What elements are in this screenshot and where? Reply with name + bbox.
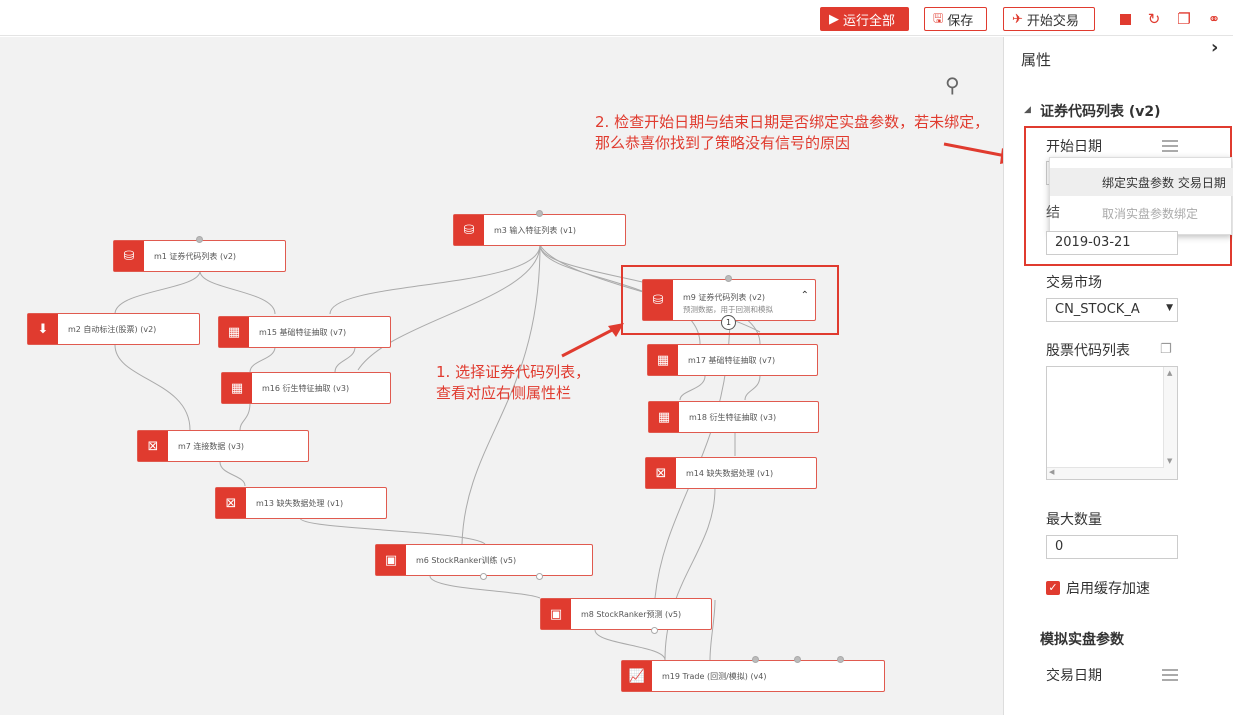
input-port[interactable]: [794, 656, 801, 663]
trade-chart-icon: 📈: [622, 661, 652, 691]
input-port[interactable]: [752, 656, 759, 663]
annotation-step1: 1. 选择证券代码列表， 查看对应右侧属性栏: [436, 363, 591, 402]
play-icon: ▶: [829, 11, 839, 27]
annotation-step2: 2. 检查开始日期与结束日期是否绑定实盘参数，若未绑定， 那么恭喜你找到了策略没…: [595, 113, 990, 152]
max-count-input[interactable]: 0: [1046, 535, 1178, 559]
output-port[interactable]: [651, 627, 658, 634]
node-m19[interactable]: 📈 m19 Trade (回测/模拟) (v4): [621, 656, 885, 692]
end-date-label-partial: 结: [1046, 205, 1060, 221]
refresh-icon[interactable]: ↻: [1146, 10, 1162, 28]
bind-menu-icon[interactable]: [1162, 140, 1178, 152]
search-icon[interactable]: ⚲: [945, 73, 960, 97]
node-m8[interactable]: ▣ m8 StockRanker预测 (v5): [540, 598, 712, 634]
codes-textarea[interactable]: ▲ ▼ ◀: [1046, 366, 1178, 480]
section-caret-icon[interactable]: ◢: [1024, 105, 1031, 115]
input-port[interactable]: [837, 656, 844, 663]
node-m6[interactable]: ▣ m6 StockRanker训练 (v5): [375, 544, 593, 580]
node-m16[interactable]: ▦ m16 衍生特征抽取 (v3): [221, 372, 391, 404]
chevron-right-icon[interactable]: ›: [1211, 37, 1218, 58]
input-port[interactable]: [196, 236, 203, 243]
codes-label: 股票代码列表: [1046, 343, 1130, 359]
database-icon: ⛁: [114, 241, 144, 271]
node-m1[interactable]: ⛁ m1 证券代码列表 (v2): [113, 236, 286, 272]
link-icon[interactable]: ⚭: [1206, 10, 1222, 28]
join-icon: ⊠: [138, 431, 168, 461]
section-title: 证券代码列表 (v2): [1040, 104, 1161, 120]
run-all-button[interactable]: ▶ 运行全部: [820, 7, 909, 31]
node-m15[interactable]: ▦ m15 基础特征抽取 (v7): [218, 316, 391, 348]
train-icon: ▣: [376, 545, 406, 575]
panel-title: 属性: [1021, 51, 1052, 69]
node-m2[interactable]: ⬇ m2 自动标注(股票) (v2): [27, 313, 200, 345]
menu-item-unbind[interactable]: 取消实盘参数绑定: [1050, 202, 1233, 228]
node-m17[interactable]: ▦ m17 基础特征抽取 (v7): [647, 344, 818, 376]
bind-context-menu: 绑定实盘参数 交易日期 取消实盘参数绑定: [1049, 157, 1233, 235]
cache-checkbox[interactable]: ✓: [1046, 581, 1060, 595]
start-trade-button[interactable]: ✈ 开始交易: [1003, 7, 1095, 31]
predict-icon: ▣: [541, 599, 571, 629]
properties-panel: 属性 › ◢ 证券代码列表 (v2) 开始日期 绑定实盘参数 交易日期 取消实盘…: [1003, 37, 1233, 715]
menu-item-bind[interactable]: 绑定实盘参数 交易日期: [1050, 168, 1233, 196]
copy-icon[interactable]: ❐: [1176, 10, 1192, 28]
trade-date-label: 交易日期: [1046, 668, 1102, 684]
node-m18[interactable]: ▦ m18 衍生特征抽取 (v3): [648, 401, 819, 433]
stop-icon[interactable]: [1117, 11, 1133, 27]
start-date-label: 开始日期: [1046, 139, 1102, 155]
node-m14[interactable]: ⊠ m14 缺失数据处理 (v1): [645, 457, 817, 489]
vertical-scrollbar[interactable]: ▲ ▼: [1163, 367, 1177, 479]
trade-date-menu-icon[interactable]: [1162, 669, 1178, 681]
feature-icon: ▦: [649, 402, 679, 432]
input-port[interactable]: [536, 210, 543, 217]
feature-icon: ▦: [219, 317, 249, 347]
sim-section-title: 模拟实盘参数: [1040, 632, 1124, 648]
feature-icon: ▦: [648, 345, 678, 375]
feature-icon: ▦: [222, 373, 252, 403]
node-m3[interactable]: ⛁ m3 输入特征列表 (v1): [453, 210, 626, 246]
output-port[interactable]: [536, 573, 543, 580]
end-date-input[interactable]: 2019-03-21: [1046, 231, 1178, 255]
toolbar: ▶ 运行全部 🖫 保存 ✈ 开始交易 ↻ ❐ ⚭: [0, 0, 1233, 36]
node-m13[interactable]: ⊠ m13 缺失数据处理 (v1): [215, 487, 387, 519]
workflow-canvas[interactable]: ⚲ ⛁ m1 证券代码列表 (v2) ⛁ m3 输入特征列表 (v1) ⛁ m9…: [0, 37, 1003, 715]
clean-icon: ⊠: [646, 458, 676, 488]
horizontal-scrollbar[interactable]: ◀: [1047, 467, 1164, 479]
tag-icon: ⬇: [28, 314, 58, 344]
rocket-icon: ✈: [1012, 11, 1023, 27]
market-label: 交易市场: [1046, 275, 1102, 291]
output-port[interactable]: [480, 573, 487, 580]
database-icon: ⛁: [454, 215, 484, 245]
node-m7[interactable]: ⊠ m7 连接数据 (v3): [137, 430, 309, 462]
save-icon: 🖫: [933, 10, 944, 25]
arrow-step1: [561, 323, 624, 358]
expand-icon[interactable]: ❐: [1160, 342, 1172, 357]
max-count-label: 最大数量: [1046, 512, 1102, 528]
dropdown-arrow-icon: ▼: [1166, 303, 1173, 313]
highlight-box-m9: [621, 265, 839, 335]
cache-label: 启用缓存加速: [1066, 581, 1150, 597]
save-button[interactable]: 🖫 保存: [924, 7, 987, 31]
market-select[interactable]: CN_STOCK_A ▼: [1046, 298, 1178, 322]
clean-icon: ⊠: [216, 488, 246, 518]
